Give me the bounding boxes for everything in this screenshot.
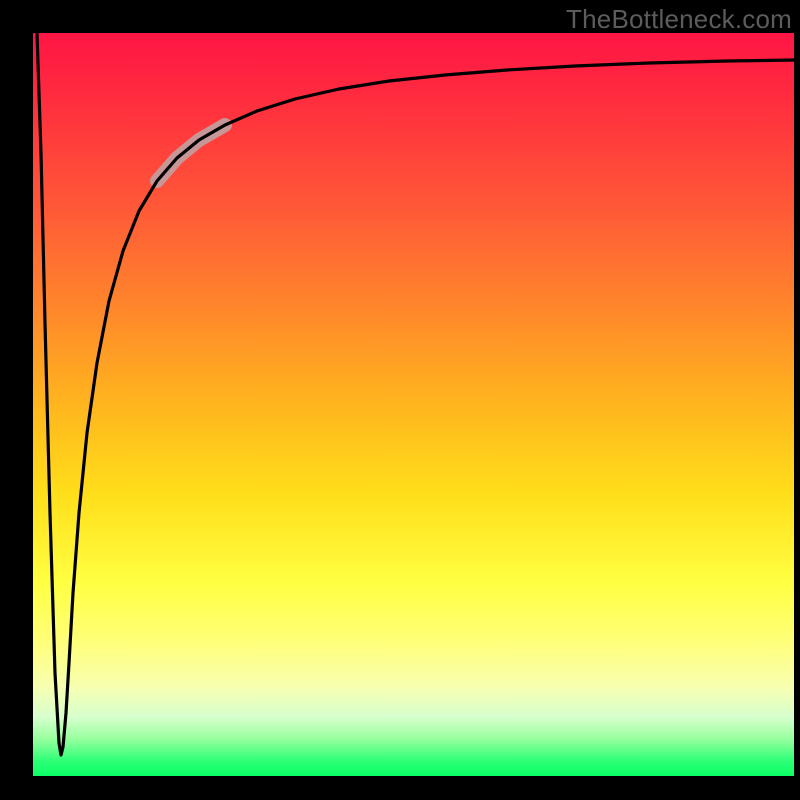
curve-highlight-icon — [157, 125, 225, 181]
axis-mask — [0, 776, 800, 800]
watermark-label: TheBottleneck.com — [566, 4, 792, 35]
bottleneck-curve-icon — [37, 33, 794, 755]
curve-layer — [33, 33, 794, 776]
chart-stage: TheBottleneck.com — [0, 0, 800, 800]
